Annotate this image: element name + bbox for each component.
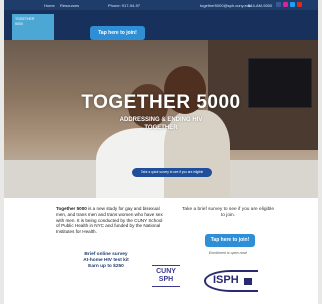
hero-subtitle-line-1: ADDRESSING & ENDING HIV <box>119 117 203 123</box>
benefits-list: Brief online survey At-home HIV test kit… <box>56 252 156 271</box>
hero-banner: TOGETHER 5000 ADDRESSING & ENDING HIV TO… <box>4 40 318 198</box>
email-link[interactable]: together5000@sph.cuny.edu <box>200 3 251 8</box>
cuny-logo-line-1: CUNY <box>156 268 176 275</box>
together-5000-logo[interactable]: TOGETHER 5000 <box>12 14 54 40</box>
hero-subtitle-line-2: TOGETHER <box>144 125 178 131</box>
header-join-button[interactable]: Tap here to join! <box>90 26 145 40</box>
cuny-sph-logo[interactable]: CUNY SPH <box>152 265 180 293</box>
cuny-logo-rule-top <box>152 265 180 266</box>
isph-logo-text: ISPH <box>213 274 239 286</box>
enrollment-note: Enrollment is open now! <box>208 251 248 255</box>
phone-number-2: 844-AM-5000 <box>248 3 273 8</box>
instagram-icon[interactable] <box>283 2 288 7</box>
study-name: Together 5000 <box>56 206 87 211</box>
study-description: Together 5000 is a new study for gay and… <box>56 206 164 235</box>
site-header: TOGETHER 5000 Tap here to join! <box>4 10 318 40</box>
isph-logo-mark <box>244 278 252 285</box>
top-utility-bar: Home Resources Phone: 917-94-97 together… <box>4 0 318 10</box>
youtube-icon[interactable] <box>297 2 302 7</box>
survey-prompt: Take a brief survey to see if you are el… <box>182 207 274 219</box>
isph-logo[interactable]: ISPH <box>204 270 258 292</box>
nav-resources-link[interactable]: Resources <box>60 3 79 8</box>
twitter-icon[interactable] <box>290 2 295 7</box>
hero-subtitle: ADDRESSING & ENDING HIV TOGETHER <box>4 116 318 132</box>
benefit-earn: Earn up to $250 <box>88 264 124 270</box>
facebook-icon[interactable] <box>276 2 281 7</box>
cuny-logo-line-2: SPH <box>158 276 174 283</box>
page: Home Resources Phone: 917-94-97 together… <box>4 0 318 304</box>
nav-home-link[interactable]: Home <box>44 3 55 8</box>
cuny-logo-rule-bottom <box>152 286 180 287</box>
hero-survey-button[interactable]: Take a quick survey to see if you are el… <box>132 168 212 177</box>
logo-line-2: 5000 <box>15 21 23 26</box>
phone-text: Phone: 917-94-97 <box>108 3 141 8</box>
hero-title: TOGETHER 5000 <box>81 92 241 113</box>
join-button[interactable]: Tap here to join! <box>205 234 255 247</box>
